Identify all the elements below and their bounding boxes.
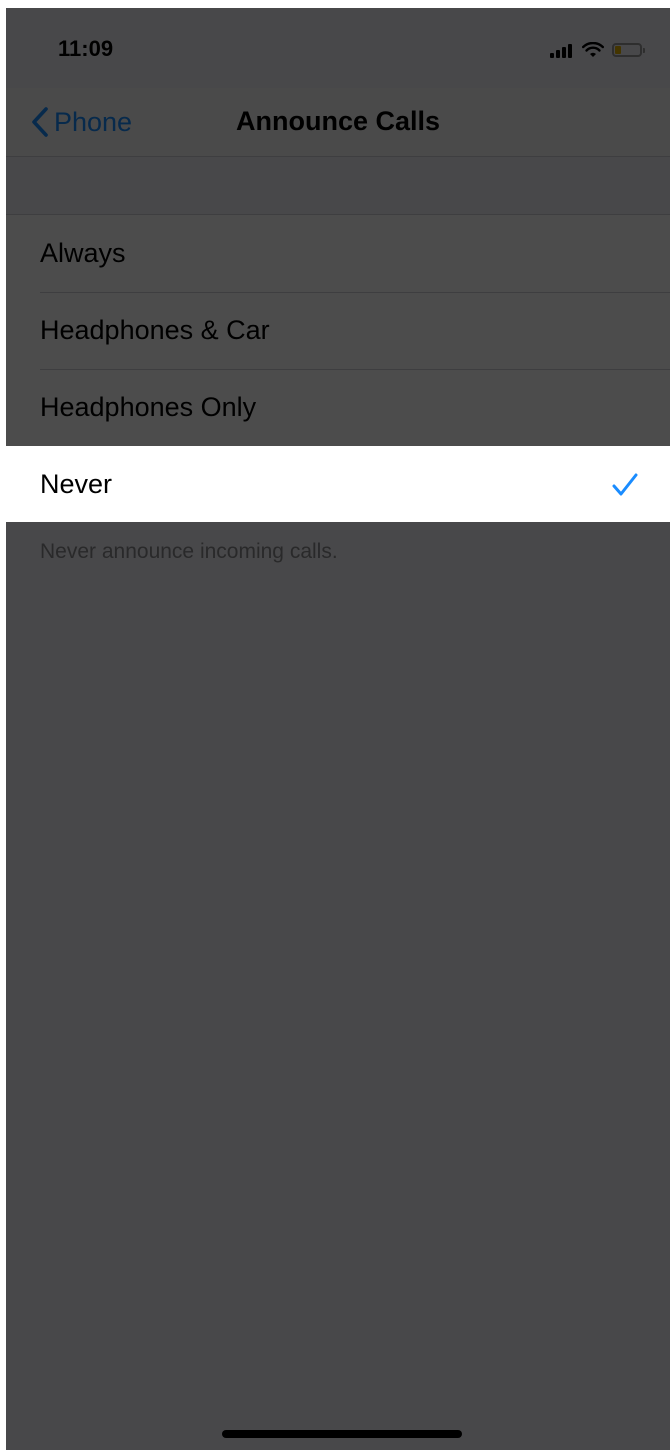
status-time: 11:09	[58, 36, 114, 61]
cellular-signal-icon	[550, 42, 574, 58]
option-never[interactable]: Never	[6, 446, 670, 522]
home-indicator[interactable]	[222, 1430, 462, 1438]
battery-icon	[612, 43, 645, 57]
checkmark-icon	[612, 473, 638, 496]
option-always[interactable]: Always	[6, 215, 670, 292]
phone-screen: 11:09 Phone Announce Calls Always Headph…	[6, 8, 670, 1450]
option-description: Never announce incoming calls.	[40, 540, 338, 563]
status-icons	[550, 38, 645, 62]
option-label: Headphones Only	[40, 392, 257, 422]
option-label: Always	[40, 238, 126, 268]
navigation-bar: Phone Announce Calls	[6, 88, 670, 157]
option-label: Never	[40, 468, 113, 499]
battery-level	[615, 46, 621, 54]
option-headphones-and-car[interactable]: Headphones & Car	[6, 292, 670, 369]
page-title: Announce Calls	[235, 106, 441, 136]
wifi-icon	[582, 42, 604, 57]
option-label: Headphones & Car	[40, 315, 270, 345]
dim-overlay-bottom	[6, 522, 670, 1450]
option-headphones-only[interactable]: Headphones Only	[6, 369, 670, 446]
status-bar: 11:09	[6, 8, 670, 88]
